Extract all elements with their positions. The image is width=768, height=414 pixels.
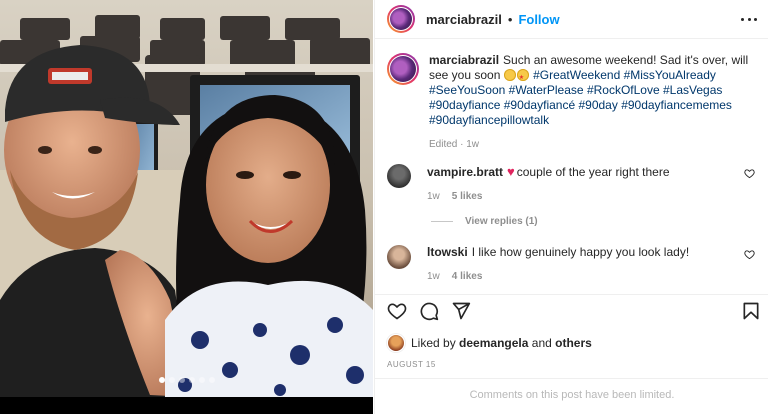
header-separator: • — [507, 11, 513, 27]
comment-time: 1w — [427, 271, 440, 282]
carousel-dot[interactable] — [198, 377, 205, 383]
hashtag-link[interactable]: #GreatWeekend — [533, 68, 620, 82]
liked-by-avatar[interactable] — [387, 334, 405, 352]
hashtag-link[interactable]: #90day — [578, 98, 617, 112]
post-actions — [387, 301, 761, 323]
liked-by-prefix: Liked by — [411, 336, 456, 350]
comment-item: ltowski I like how genuinely happy you lo… — [387, 245, 761, 284]
hashtag-link[interactable]: #LasVegas — [663, 83, 722, 97]
commenter-username[interactable]: vampire.bratt — [427, 165, 503, 179]
hashtag-link[interactable]: #RockOfLove — [587, 83, 660, 97]
hashtag-link[interactable]: #SeeYouSoon — [429, 83, 505, 97]
hashtag-link[interactable]: #90dayfiance — [429, 98, 500, 112]
photo-bottom-bar — [0, 397, 373, 414]
actions-divider — [375, 294, 768, 295]
hashtag-link[interactable]: #90dayfiancememes — [621, 98, 732, 112]
comment-likes[interactable]: 5 likes — [452, 191, 483, 202]
comments-scroll-area[interactable]: marciabrazil Such an awesome weekend! Sad… — [375, 39, 768, 294]
limit-divider — [375, 378, 768, 379]
carousel-dot[interactable] — [168, 377, 175, 383]
star-struck-emoji — [516, 69, 529, 86]
liked-by-others[interactable]: others — [555, 336, 592, 350]
caption-text-block: marciabrazil Such an awesome weekend! Sad… — [429, 53, 754, 128]
commenter-avatar[interactable] — [387, 245, 411, 269]
author-avatar[interactable] — [387, 5, 415, 33]
post-header: marciabrazil • Follow — [375, 0, 768, 38]
liked-by-conjunction: and — [531, 336, 552, 350]
comment-text: couple of the year right there — [516, 165, 670, 179]
save-bookmark-icon[interactable] — [741, 301, 761, 321]
carousel-dot[interactable] — [158, 377, 165, 383]
commenter-username[interactable]: ltowski — [427, 245, 468, 259]
post-photo[interactable] — [0, 0, 373, 397]
author-username[interactable]: marciabrazil — [426, 12, 502, 27]
hashtag-link[interactable]: #90dayfiancepillowtalk — [429, 113, 549, 127]
heart-icon[interactable] — [387, 301, 407, 321]
view-replies-button[interactable]: View replies (1) — [431, 216, 538, 227]
caption-username[interactable]: marciabrazil — [429, 53, 499, 67]
post-caption: marciabrazil Such an awesome weekend! Sad… — [387, 53, 761, 152]
comment-meta: 1w 5 likes — [427, 189, 727, 204]
liked-by: Liked by deemangela and others — [387, 334, 592, 352]
comment-like-heart-icon[interactable] — [744, 168, 755, 179]
comment-text: I like how genuinely happy you look lady… — [471, 245, 690, 259]
carousel-dot[interactable] — [178, 377, 185, 383]
hashtag-link[interactable]: #90dayfiancé — [504, 98, 575, 112]
carousel-indicator — [0, 377, 373, 383]
comment-time: 1w — [427, 191, 440, 202]
comment-item: vampire.bratt ♥ couple of the year right t… — [387, 164, 761, 204]
commenter-avatar[interactable] — [387, 164, 411, 188]
carousel-dot[interactable] — [188, 377, 195, 383]
post-date[interactable]: AUGUST 15 — [387, 360, 436, 369]
view-replies-label[interactable]: View replies (1) — [465, 216, 538, 227]
comment-like-heart-icon[interactable] — [744, 249, 755, 260]
post-sidebar: marciabrazil • Follow marciabrazil Such a… — [374, 0, 768, 414]
share-icon[interactable] — [451, 301, 471, 321]
carousel-dot[interactable] — [208, 377, 215, 383]
follow-button[interactable]: Follow — [518, 12, 559, 27]
caption-author-avatar[interactable] — [387, 53, 419, 85]
more-horizontal-icon[interactable] — [741, 11, 757, 27]
comments-limited-notice: Comments on this post have been limited. — [469, 389, 675, 401]
liked-by-user[interactable]: deemangela — [459, 336, 528, 350]
sad-face-emoji — [503, 69, 516, 81]
comment-likes[interactable]: 4 likes — [452, 271, 483, 282]
hashtag-link[interactable]: #MissYouAlready — [624, 68, 716, 82]
post-media[interactable] — [0, 0, 373, 414]
comment-meta: 1w 4 likes — [427, 269, 727, 284]
comment-icon[interactable] — [419, 301, 439, 321]
caption-meta: Edited · 1w — [429, 139, 480, 150]
red-heart-emoji: ♥ — [507, 164, 515, 179]
